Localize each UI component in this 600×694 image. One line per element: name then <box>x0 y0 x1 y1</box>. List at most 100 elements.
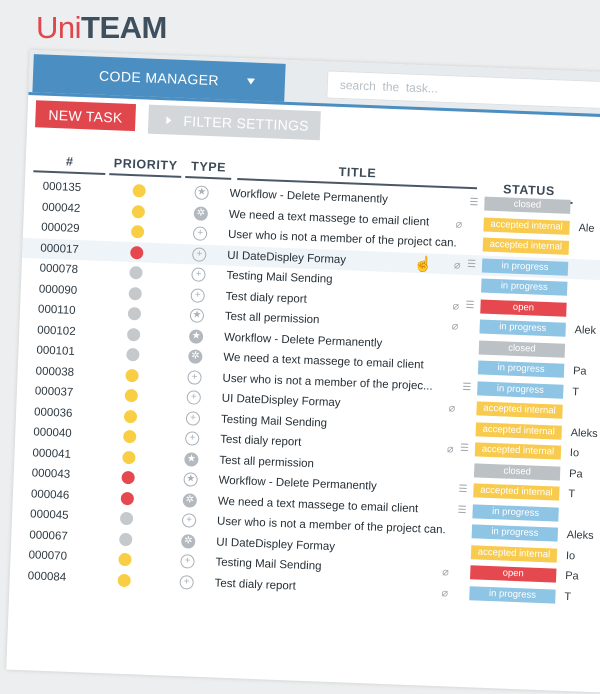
task-title[interactable]: Test all permission <box>219 454 314 470</box>
assignee-name: Io <box>569 447 580 460</box>
column-header-id[interactable]: # <box>33 153 106 175</box>
priority-dot <box>129 265 143 280</box>
assignee-name: Aleks <box>570 426 598 440</box>
paperclip-icon[interactable]: ⌀ <box>442 565 449 578</box>
assignee-name: Pa <box>568 467 583 481</box>
paperclip-icon[interactable]: ⌀ <box>447 442 454 455</box>
paperclip-icon[interactable]: ⌀ <box>454 258 461 271</box>
task-title[interactable]: UI DateDispley Formay <box>227 249 346 266</box>
priority-dot <box>132 184 146 198</box>
priority-dot <box>123 409 138 423</box>
task-title[interactable]: Testing Mail Sending <box>215 557 322 573</box>
plus-icon: + <box>184 431 200 446</box>
status-badge: in progress <box>472 503 559 522</box>
priority-dot <box>128 286 142 300</box>
status-badge: accepted internal <box>483 217 570 235</box>
column-header-type[interactable]: TYPE <box>185 159 232 180</box>
task-id: 000070 <box>28 549 68 563</box>
list-icon[interactable]: ☰ <box>460 443 469 454</box>
star-icon: ★ <box>188 328 204 344</box>
status-badge: accepted internal <box>474 442 562 460</box>
column-header-priority[interactable]: PRIORITY <box>109 156 182 178</box>
task-id: 000135 <box>42 180 82 195</box>
gear-icon: ✲ <box>193 205 209 221</box>
priority-dot <box>117 573 131 587</box>
list-icon[interactable]: ☰ <box>465 299 474 310</box>
search-input[interactable] <box>327 71 600 111</box>
paperclip-icon[interactable]: ⌀ <box>451 319 458 332</box>
status-badge: accepted internal <box>476 401 563 419</box>
caret-right-icon <box>166 115 172 124</box>
status-badge: in progress <box>469 585 556 604</box>
priority-dot <box>118 552 132 567</box>
task-title[interactable]: Workflow - Delete Permanently <box>229 188 388 206</box>
plus-icon: + <box>191 267 206 282</box>
list-icon[interactable]: ☰ <box>457 504 466 515</box>
status-badge: in progress <box>471 524 559 542</box>
chevron-down-icon <box>246 78 256 85</box>
task-title[interactable]: Workflow - Delete Permanently <box>218 475 377 493</box>
status-badge: closed <box>473 462 561 481</box>
task-title[interactable]: Test all permission <box>225 311 320 327</box>
assignee-name: T <box>572 385 580 398</box>
priority-dot <box>127 306 142 321</box>
priority-dot <box>121 470 135 485</box>
priority-dot <box>120 491 135 505</box>
task-id: 000036 <box>33 405 73 420</box>
status-badge: closed <box>484 196 571 214</box>
task-title[interactable]: Test dialy report <box>225 290 307 305</box>
status-badge: in progress <box>481 278 568 296</box>
priority-dot <box>122 429 137 444</box>
gear-icon: ✲ <box>182 492 198 508</box>
code-manager-dropdown[interactable]: CODE MANAGER <box>32 54 286 102</box>
paperclip-icon[interactable]: ⌀ <box>452 299 459 312</box>
list-icon[interactable]: ☰ <box>467 258 476 269</box>
plus-icon: + <box>180 554 195 569</box>
status-badge: accepted internal <box>470 544 558 563</box>
new-task-button[interactable]: NEW TASK <box>35 100 137 132</box>
task-title[interactable]: Workflow - Delete Permanently <box>224 331 383 349</box>
task-title[interactable]: Testing Mail Sending <box>226 270 333 286</box>
gear-icon: ✲ <box>181 533 196 549</box>
task-id: 000046 <box>30 487 70 502</box>
task-id: 000029 <box>40 221 80 236</box>
new-task-label: NEW TASK <box>48 106 123 126</box>
filter-settings-button[interactable]: FILTER SETTINGS <box>147 104 321 141</box>
task-title[interactable]: UI DateDispley Formay <box>216 536 335 553</box>
assignee-name: T <box>568 487 576 501</box>
task-id: 000102 <box>37 323 76 338</box>
status-badge: accepted internal <box>473 483 560 501</box>
status-badge: in progress <box>477 360 565 378</box>
task-title[interactable]: Test dialy report <box>214 577 296 592</box>
search-box[interactable] <box>326 70 600 112</box>
task-id: 000038 <box>35 364 75 379</box>
task-title[interactable]: UI DateDispley Formay <box>222 393 341 410</box>
priority-dot <box>119 532 133 546</box>
list-icon[interactable]: ☰ <box>462 381 471 392</box>
status-badge: open <box>480 298 567 317</box>
task-id: 000078 <box>39 262 79 276</box>
list-icon[interactable]: ☰ <box>458 484 467 495</box>
paperclip-icon[interactable]: ⌀ <box>455 217 462 230</box>
code-manager-label: CODE MANAGER <box>98 67 220 89</box>
status-badge: in progress <box>477 380 564 399</box>
task-id: 000090 <box>38 283 78 297</box>
priority-dot <box>130 245 144 259</box>
status-badge: accepted internal <box>482 237 570 255</box>
task-list: 000135 ★ Workflow - Delete Permanently ☰ clo… <box>9 176 600 610</box>
hand-cursor-icon: ☝ <box>413 255 434 274</box>
paperclip-icon[interactable]: ⌀ <box>448 401 455 414</box>
plus-icon: + <box>192 226 208 241</box>
paperclip-icon[interactable]: ⌀ <box>441 586 448 599</box>
app-logo: UniTEAM <box>36 10 167 46</box>
status-badge: closed <box>478 339 566 358</box>
task-title[interactable]: Testing Mail Sending <box>221 413 328 429</box>
assignee-name: Io <box>565 549 576 562</box>
assignee-name: Aleks <box>566 528 594 542</box>
assignee-name: Pa <box>572 365 587 378</box>
task-id: 000037 <box>34 385 74 399</box>
task-title[interactable]: Test dialy report <box>220 434 302 449</box>
priority-dot <box>125 368 139 382</box>
task-panel: CODE MANAGER NEW TASK FILTER SETTINGS # … <box>6 50 600 694</box>
list-icon[interactable]: ☰ <box>469 197 478 208</box>
